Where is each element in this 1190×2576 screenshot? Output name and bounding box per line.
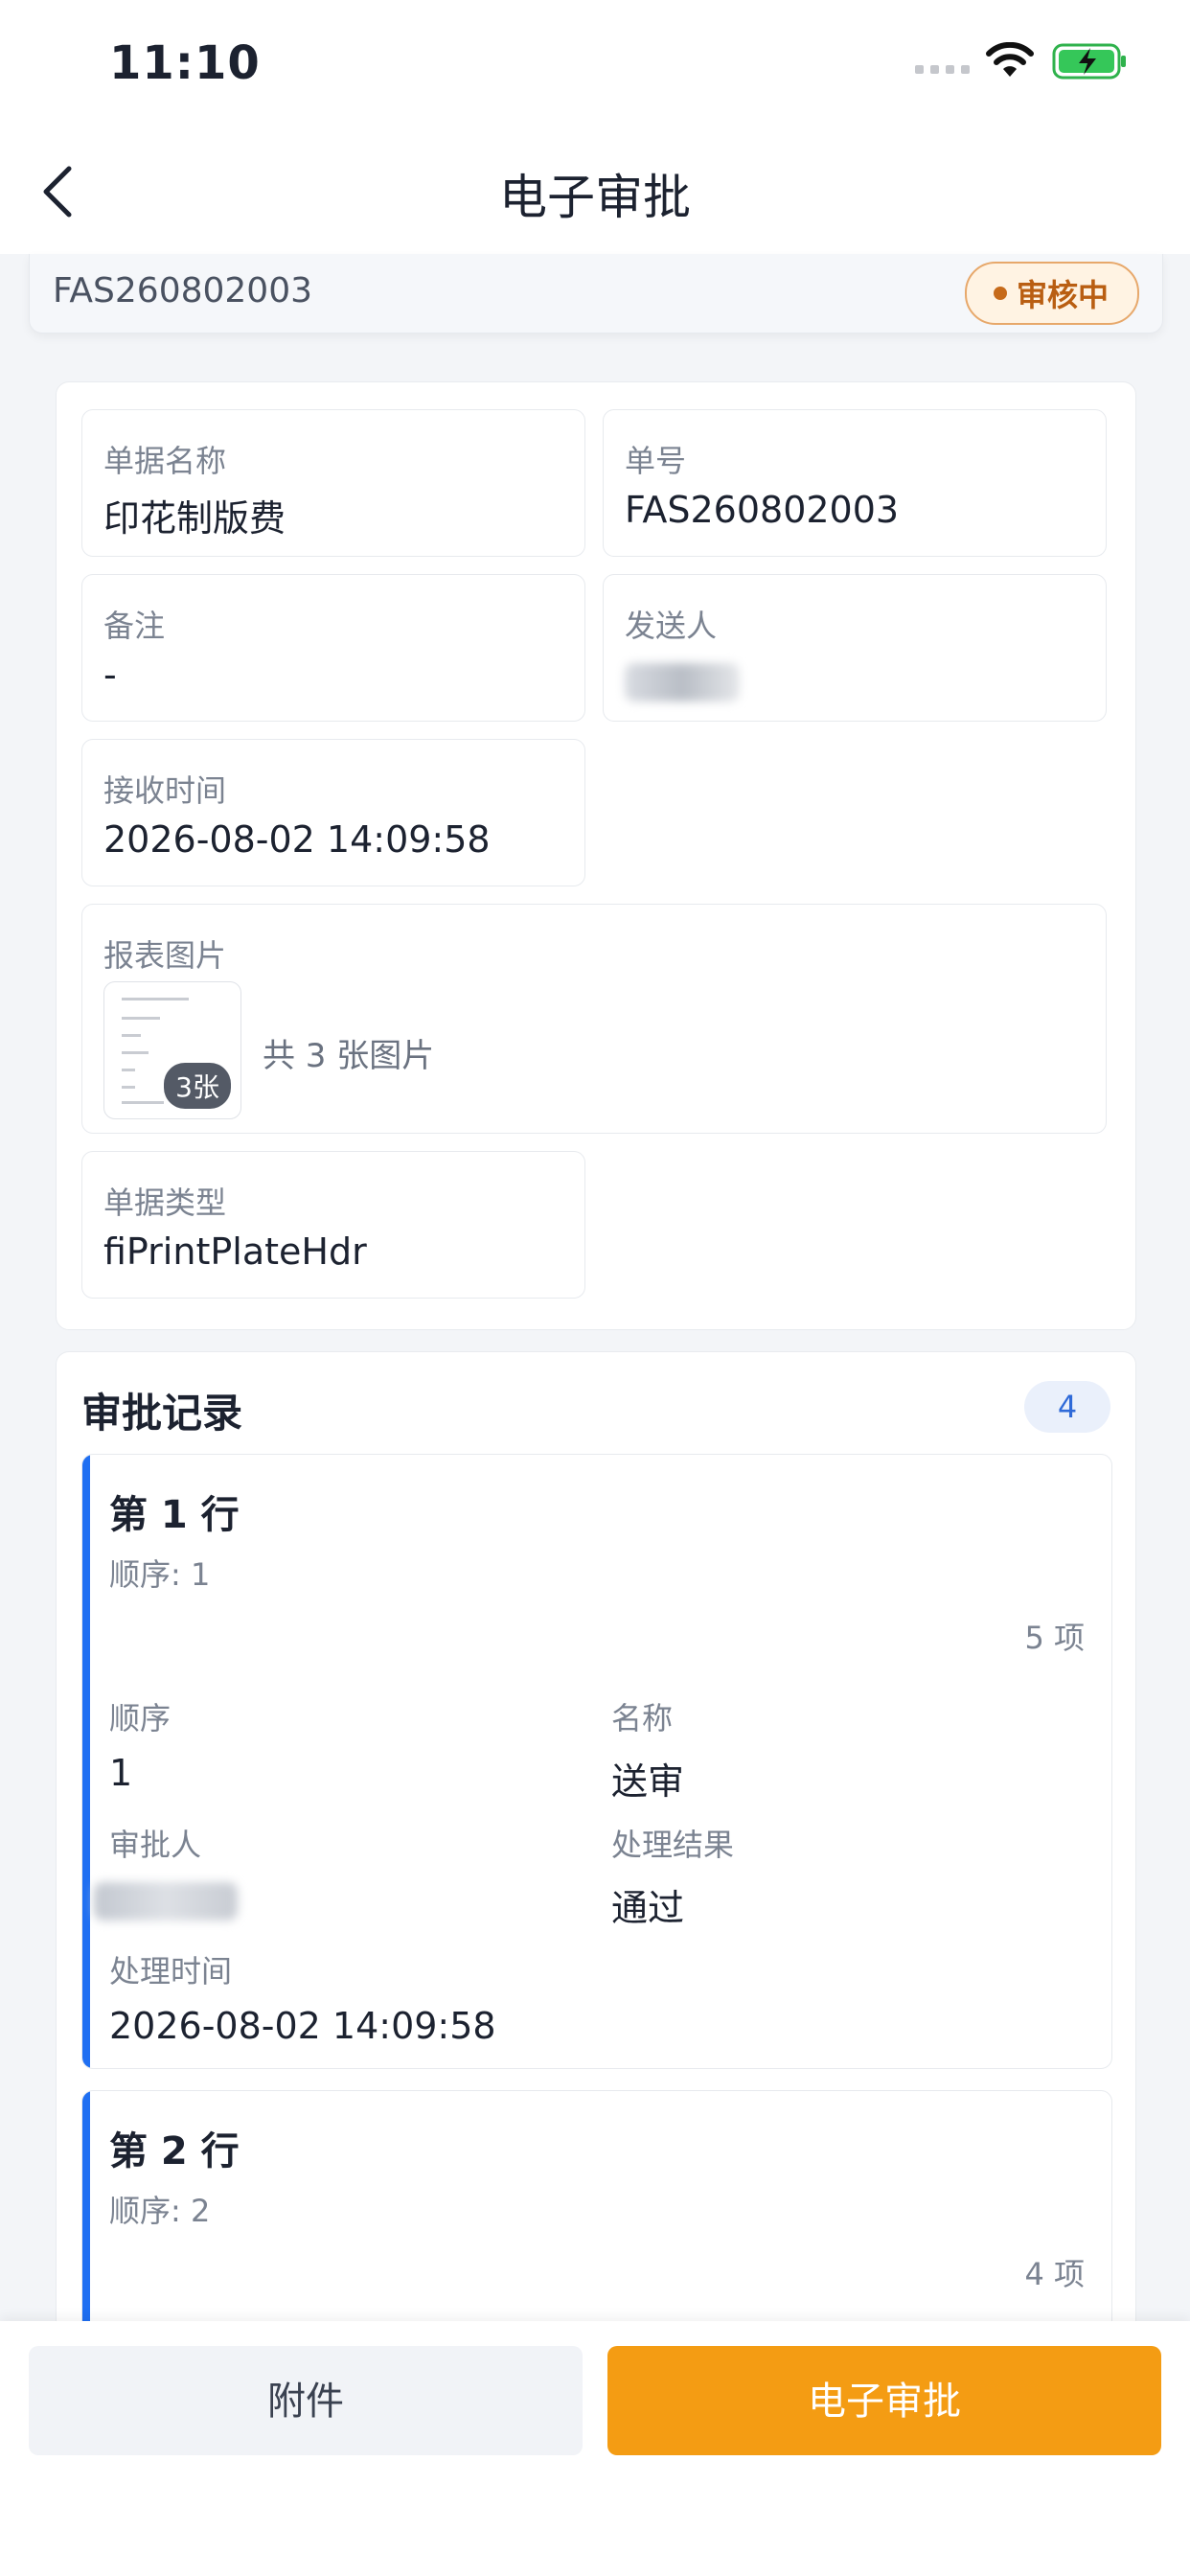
name-label: 名称 (611, 1700, 674, 1736)
details-panel: 单据名称 印花制版费 单号 FAS260802003 备注 - 发送人 接收时间… (56, 381, 1136, 1330)
order-value: 1 (109, 1752, 133, 1794)
bottom-action-bar: 附件 电子审批 (0, 2321, 1190, 2576)
attachment-button[interactable]: 附件 (29, 2346, 583, 2455)
order-label: 顺序 (109, 1700, 172, 1736)
status-text: 审核中 (1016, 277, 1109, 313)
record-title: 第 1 行 (109, 1493, 240, 1537)
field-report-images: 报表图片 3张 共 3 张图片 (81, 904, 1107, 1134)
page-title: 电子审批 (499, 170, 691, 225)
field-value: 印花制版费 (103, 497, 286, 540)
field-value: fiPrintPlateHdr (103, 1230, 367, 1273)
field-label: 单据名称 (103, 443, 227, 479)
result-value: 通过 (611, 1887, 685, 1929)
cellular-signal-icon (915, 65, 970, 74)
result-label: 处理结果 (611, 1827, 735, 1863)
header-doc-no: FAS260802003 (53, 271, 313, 310)
field-label: 接收时间 (103, 772, 227, 809)
record-accent-bar (82, 1455, 90, 2068)
image-count-text: 共 3 张图片 (263, 1037, 435, 1075)
field-label: 备注 (103, 608, 166, 644)
record-item-count: 4 项 (1024, 2256, 1085, 2292)
field-doc-type: 单据类型 fiPrintPlateHdr (81, 1151, 585, 1299)
sender-redacted (625, 663, 740, 702)
time-label: 处理时间 (109, 1953, 233, 1990)
nav-bar: 电子审批 (0, 125, 1190, 254)
e-approval-button[interactable]: 电子审批 (607, 2346, 1161, 2455)
approver-redacted (94, 1882, 238, 1920)
image-count-badge: 3张 (164, 1063, 231, 1109)
field-value: 2026-08-02 14:09:58 (103, 818, 491, 861)
field-remark: 备注 - (81, 574, 585, 722)
approver-label: 审批人 (109, 1827, 202, 1863)
time-value: 2026-08-02 14:09:58 (109, 2005, 496, 2047)
record-subtitle: 顺序: 1 (109, 1556, 211, 1593)
record-row-1[interactable]: 第 1 行 顺序: 1 5 项 顺序 1 名称 送审 审批人 处理结果 通过 处… (81, 1454, 1112, 2069)
name-value: 送审 (611, 1760, 685, 1803)
record-subtitle: 顺序: 2 (109, 2193, 211, 2229)
field-label: 发送人 (625, 608, 718, 644)
approval-records-panel: 审批记录 4 第 1 行 顺序: 1 5 项 顺序 1 名称 送审 审批人 处理… (56, 1351, 1136, 2408)
document-header-card: FAS260802003 审核中 (29, 254, 1163, 334)
wifi-icon (986, 42, 1034, 77)
field-label: 单据类型 (103, 1184, 227, 1221)
field-doc-name: 单据名称 印花制版费 (81, 409, 585, 557)
report-image-thumbnail[interactable]: 3张 (103, 981, 241, 1119)
field-label: 单号 (625, 443, 687, 479)
field-received-time: 接收时间 2026-08-02 14:09:58 (81, 739, 585, 886)
record-title: 第 2 行 (109, 2129, 240, 2174)
battery-charging-icon (1052, 43, 1126, 80)
field-value: - (103, 654, 117, 696)
record-count-badge: 4 (1024, 1381, 1110, 1433)
field-doc-no: 单号 FAS260802003 (603, 409, 1107, 557)
record-item-count: 5 项 (1024, 1620, 1085, 1656)
status-time: 11:10 (109, 36, 261, 90)
field-value: FAS260802003 (625, 489, 900, 531)
status-badge: 审核中 (964, 262, 1139, 325)
field-label: 报表图片 (103, 937, 227, 974)
status-dot-icon (993, 287, 1007, 300)
field-sender: 发送人 (603, 574, 1107, 722)
status-bar: 11:10 (0, 0, 1190, 125)
section-title: 审批记录 (81, 1390, 243, 1437)
